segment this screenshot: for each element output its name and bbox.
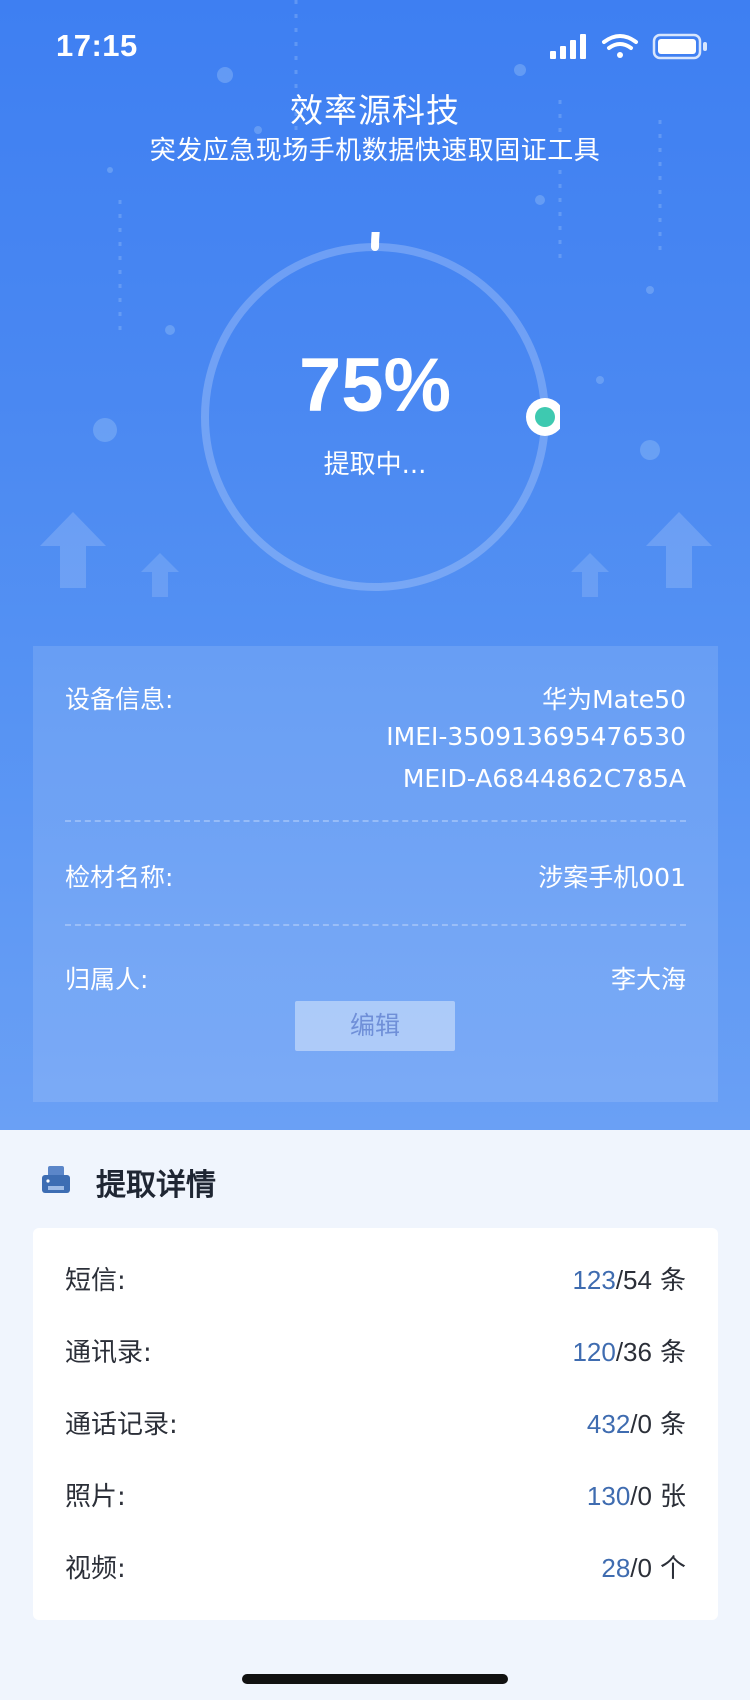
details-card: 短信: 123/54 条 通讯录: 120/36 条 通话记录: 432/0 条 照片…: [33, 1228, 718, 1620]
detail-total-count: /0: [630, 1481, 652, 1511]
detail-label-call-log: 通话记录:: [65, 1410, 178, 1440]
detail-done-count: 432: [586, 1409, 631, 1439]
detail-unit: 个: [659, 1554, 686, 1584]
detail-unit: 张: [659, 1482, 686, 1512]
app-title: 效率源科技: [290, 91, 460, 130]
detail-value-sms: 123/54 条: [572, 1260, 686, 1297]
arrow-up-icon: [646, 512, 712, 588]
material-name-label: 检材名称:: [65, 863, 174, 892]
divider: [65, 924, 686, 926]
progress-ring: 75% 提取中...: [190, 232, 560, 602]
detail-unit: 条: [659, 1410, 686, 1440]
device-meid: MEID-A6844862C785A: [402, 764, 686, 793]
divider: [65, 820, 686, 822]
arrow-up-icon: [40, 512, 106, 588]
detail-done-count: 120: [572, 1337, 616, 1367]
detail-label-sms: 短信:: [65, 1266, 126, 1296]
status-time: 17:15: [56, 28, 138, 63]
detail-unit: 条: [659, 1266, 686, 1296]
detail-label-photos: 照片:: [65, 1482, 126, 1512]
wifi-icon: [602, 34, 638, 58]
device-imei: IMEI-350913695476530: [386, 722, 686, 751]
app-screen: 17:15 效率源科技 突发应急现场手机数据快速取固证工具 75% 提取中...…: [0, 0, 750, 1700]
details-header: 提取详情: [0, 1130, 750, 1230]
status-icons: [550, 33, 707, 60]
detail-total-count: /0: [630, 1409, 652, 1439]
app-subtitle: 突发应急现场手机数据快速取固证工具: [149, 136, 601, 166]
detail-value-call-log: 432/0 条: [587, 1404, 686, 1441]
detail-value-videos: 28/0 个: [601, 1548, 686, 1585]
printer-icon: [42, 1166, 70, 1193]
details-title: 提取详情: [96, 1168, 216, 1203]
detail-done-count: 28: [601, 1553, 631, 1583]
detail-total-count: /54: [615, 1265, 652, 1295]
owner-value: 李大海: [610, 965, 686, 994]
device-info-label: 设备信息:: [65, 685, 174, 714]
detail-label-videos: 视频:: [65, 1554, 126, 1584]
detail-done-count: 130: [586, 1481, 631, 1511]
device-model: 华为Mate50: [542, 685, 686, 714]
battery-icon: [652, 33, 707, 60]
hero-section: 17:15 效率源科技 突发应急现场手机数据快速取固证工具 75% 提取中...…: [0, 0, 750, 1130]
material-name-value: 涉案手机001: [538, 863, 686, 892]
progress-status: 提取中...: [323, 450, 427, 480]
owner-label: 归属人:: [65, 965, 149, 994]
arrow-up-icon: [571, 553, 609, 597]
edit-button[interactable]: 编辑: [295, 1001, 455, 1051]
detail-total-count: /0: [630, 1553, 652, 1583]
detail-done-count: 123: [572, 1265, 616, 1295]
signal-icon: [550, 34, 586, 59]
device-info-card: 设备信息: 华为Mate50 IMEI-350913695476530 MEID…: [33, 646, 718, 1102]
arrow-up-icon: [141, 553, 179, 597]
detail-unit: 条: [659, 1338, 686, 1368]
status-bar: 17:15: [0, 0, 750, 92]
detail-total-count: /36: [615, 1337, 652, 1367]
detail-label-contacts: 通讯录:: [65, 1338, 152, 1368]
progress-percentage: 75%: [298, 343, 452, 428]
home-indicator[interactable]: [242, 1674, 508, 1684]
detail-value-contacts: 120/36 条: [572, 1332, 686, 1369]
detail-value-photos: 130/0 张: [587, 1476, 686, 1513]
